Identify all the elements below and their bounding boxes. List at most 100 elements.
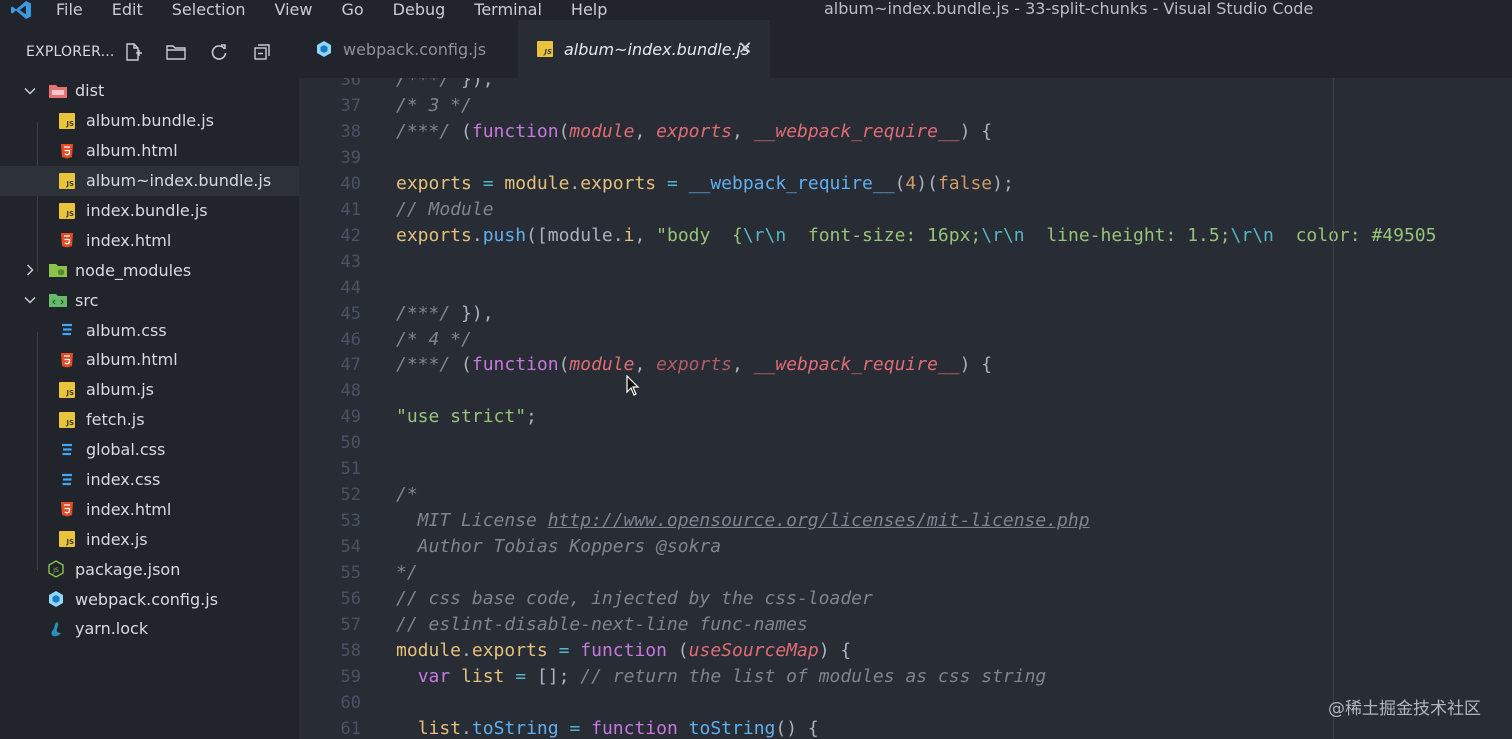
tree-item-label: index.js	[86, 529, 148, 549]
js-file-icon: JS	[58, 172, 76, 190]
html-file-icon	[58, 351, 76, 369]
css-file-icon	[58, 441, 76, 459]
tree-file[interactable]: global.css	[0, 435, 299, 465]
code-token: (	[558, 354, 570, 376]
collapse-all-icon[interactable]	[251, 41, 273, 63]
tree-folder[interactable]: src	[0, 285, 299, 315]
tree-file[interactable]: index.html	[0, 494, 299, 524]
explorer-sidebar: EXPLORER... dist JS album.bundle.js album.h…	[0, 20, 299, 739]
close-icon[interactable]: ✕	[736, 38, 754, 59]
code-token: // Module	[396, 198, 494, 220]
tree-file[interactable]: index.html	[0, 225, 299, 255]
tree-file[interactable]: album.html	[0, 345, 299, 375]
tree-folder[interactable]: node_modules	[0, 255, 299, 285]
tab-album-index-bundle[interactable]: JS album~index.bundle.js ✕	[518, 20, 770, 78]
tree-folder[interactable]: dist	[0, 76, 299, 106]
tree-file[interactable]: JS album.js	[0, 375, 299, 405]
code-token: exports	[471, 639, 548, 661]
menu-edit[interactable]: Edit	[112, 0, 143, 20]
tree-file[interactable]: JS album.bundle.js	[0, 106, 299, 136]
code-line: /***/ (function(module, exports, __webpa…	[396, 352, 992, 378]
chevron-right-icon[interactable]	[21, 261, 39, 279]
title-bar: File Edit Selection View Go Debug Terminal Help…	[0, 0, 1512, 20]
line-number: 49	[340, 407, 361, 428]
tree-file[interactable]: album.html	[0, 136, 299, 166]
new-file-icon[interactable]	[122, 41, 144, 63]
code-token: // return the list of modules as css str…	[580, 665, 1047, 687]
code-line: // Module	[396, 197, 494, 223]
line-number: 45	[340, 303, 361, 324]
tree-file[interactable]: yarn.lock	[0, 614, 299, 644]
tree-file[interactable]: JS album~index.bundle.js	[0, 165, 299, 196]
menu-view[interactable]: View	[275, 0, 313, 20]
code-line: /*	[396, 482, 418, 508]
chevron-down-icon[interactable]	[21, 291, 39, 309]
code-token: module	[396, 639, 462, 661]
code-token: .	[471, 224, 483, 246]
code-line: list.toString = function toString() {	[396, 716, 819, 739]
code-line: /***/ }),	[396, 301, 494, 327]
new-folder-icon[interactable]	[165, 41, 187, 63]
html-file-icon	[58, 500, 76, 518]
menu-go[interactable]: Go	[341, 0, 363, 20]
code-line: /* 3 */	[396, 93, 472, 119]
code-token: /* 3 */	[396, 94, 472, 116]
file-tree: dist JS album.bundle.js album.html JS album~i…	[0, 76, 299, 644]
code-line: Author Tobias Koppers @sokra	[396, 534, 721, 560]
code-token: */	[396, 562, 418, 584]
tree-item-label: index.html	[86, 230, 172, 250]
code-line: // css base code, injected by the css-lo…	[396, 586, 873, 612]
code-token: \r\n	[981, 224, 1025, 246]
tree-file[interactable]: JS index.js	[0, 524, 299, 554]
tree-file[interactable]: album.css	[0, 315, 299, 345]
code-token: list	[461, 665, 505, 687]
code-token: exports	[580, 172, 657, 194]
tab-webpack-config[interactable]: webpack.config.js	[299, 20, 518, 78]
chevron-down-icon[interactable]	[21, 82, 39, 100]
code-token: Author Tobias Koppers @sokra	[396, 536, 722, 558]
mouse-cursor-icon	[626, 374, 640, 397]
tree-item-label: yarn.lock	[75, 619, 149, 639]
tree-file[interactable]: JS index.bundle.js	[0, 196, 299, 226]
code-token: ,	[732, 354, 754, 376]
line-number: 48	[340, 381, 361, 402]
code-token: =	[569, 717, 581, 739]
code-token: =	[482, 172, 494, 194]
menu-selection[interactable]: Selection	[172, 0, 246, 20]
menu-help[interactable]: Help	[571, 0, 607, 20]
tree-file[interactable]: JS package.json	[0, 554, 299, 584]
line-number: 47	[340, 355, 361, 376]
code-token: );	[992, 172, 1014, 194]
menu-terminal[interactable]: Terminal	[474, 0, 542, 20]
js-file-icon: JS	[58, 112, 76, 130]
tab-label: webpack.config.js	[343, 39, 487, 59]
line-number: 59	[340, 666, 361, 687]
tree-item-label: album.css	[86, 320, 167, 340]
watermark: @稀土掘金技术社区	[1328, 699, 1481, 719]
code-token: ([module.	[526, 224, 624, 246]
code-token: ) {	[818, 639, 852, 661]
menu-file[interactable]: File	[56, 0, 83, 20]
line-number: 43	[340, 251, 361, 272]
tree-file[interactable]: webpack.config.js	[0, 584, 299, 614]
line-number: 38	[340, 121, 361, 142]
code-token: /* 4 */	[396, 328, 472, 350]
tree-file[interactable]: JS fetch.js	[0, 405, 299, 435]
explorer-header: EXPLORER...	[0, 20, 299, 84]
code-token: 4	[905, 172, 917, 194]
tree-file[interactable]: index.css	[0, 465, 299, 495]
code-token: /***/	[396, 78, 462, 90]
line-number: 58	[340, 640, 361, 661]
code-token: push	[482, 224, 527, 246]
refresh-icon[interactable]	[208, 41, 230, 63]
menu-debug[interactable]: Debug	[393, 0, 446, 20]
code-editor[interactable]: 36 37 38 39 40 41 42 43 44 45 46 47 48 49 50 51 52 53 54 55…	[299, 78, 1512, 739]
line-number: 39	[340, 147, 361, 168]
code-token: /***/	[396, 354, 462, 376]
js-file-icon: JS	[58, 530, 76, 548]
code-token: exports	[656, 354, 732, 376]
